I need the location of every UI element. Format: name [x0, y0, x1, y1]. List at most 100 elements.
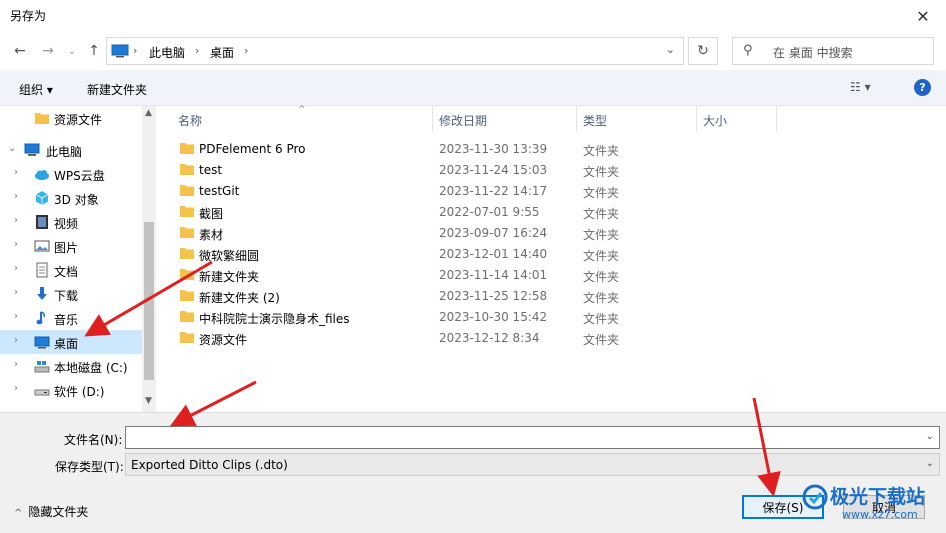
chevron-right-icon[interactable]: › [14, 263, 18, 274]
chevron-right-icon[interactable]: › [14, 167, 18, 178]
scrollbar-thumb[interactable] [144, 222, 154, 380]
file-name: 素材 [199, 228, 224, 242]
sidebar-item-label: 桌面 [54, 337, 79, 351]
folder-icon [180, 290, 194, 301]
file-row[interactable]: 资源文件 2023-12-12 8:34 文件夹 [172, 328, 942, 349]
watermark-url: www.xz7.com [842, 508, 918, 521]
chevron-down-icon[interactable]: ⌄ [666, 43, 675, 56]
3d-objects-icon [35, 191, 49, 205]
sidebar-item-documents[interactable]: › 文档 [0, 258, 142, 282]
file-date: 2023-11-14 14:01 [439, 268, 548, 282]
chevron-right-icon[interactable]: › [14, 311, 18, 322]
chevron-right-icon[interactable]: › [14, 287, 18, 298]
up-arrow-icon[interactable]: ↑ [84, 41, 104, 61]
folder-icon [180, 269, 194, 280]
chevron-right-icon[interactable]: › [14, 359, 18, 370]
chevron-down-icon[interactable]: ⌄ [8, 143, 16, 154]
file-row[interactable]: PDFelement 6 Pro 2023-11-30 13:39 文件夹 [172, 139, 942, 160]
file-row[interactable]: 截图 2022-07-01 9:55 文件夹 [172, 202, 942, 223]
close-icon[interactable]: ✕ [900, 0, 946, 32]
file-date: 2023-12-01 14:40 [439, 247, 548, 261]
local-disk-icon [34, 361, 50, 373]
column-divider[interactable] [432, 106, 433, 132]
filename-input[interactable]: ⌄ [125, 426, 940, 449]
sidebar-item-resource-files[interactable]: 资源文件 [0, 106, 142, 130]
file-row[interactable]: 素材 2023-09-07 16:24 文件夹 [172, 223, 942, 244]
address-bar[interactable]: › 此电脑 › 桌面 › ⌄ [106, 37, 684, 65]
video-icon [36, 215, 48, 229]
sidebar-item-label: 图片 [54, 241, 79, 255]
file-name: 截图 [199, 207, 224, 221]
column-divider[interactable] [696, 106, 697, 132]
chevron-right-icon[interactable]: › [14, 239, 18, 250]
file-name: testGit [199, 184, 240, 198]
hide-folders-toggle[interactable]: ^ 隐藏文件夹 [14, 503, 88, 520]
sidebar-item-this-pc[interactable]: ⌄ 此电脑 [0, 138, 142, 162]
folder-icon [180, 311, 194, 322]
organize-menu[interactable]: 组织 ▾ [19, 81, 53, 98]
search-box[interactable]: ⚲ 在 桌面 中搜索 [732, 37, 934, 65]
computer-icon [24, 143, 40, 156]
save-type-select[interactable]: Exported Ditto Clips (.dto) ⌄ [125, 453, 940, 476]
sidebar-item-local-disk-c[interactable]: › 本地磁盘 (C:) [0, 354, 142, 378]
computer-icon [111, 44, 129, 58]
folder-icon [180, 332, 194, 343]
sidebar-scrollbar[interactable]: ▲ ▼ [142, 106, 156, 412]
file-row[interactable]: 中科院院士演示隐身术_files 2023-10-30 15:42 文件夹 [172, 307, 942, 328]
file-date: 2023-11-24 15:03 [439, 163, 548, 177]
scroll-down-icon[interactable]: ▼ [145, 396, 152, 406]
column-header-label: 大小 [703, 114, 728, 128]
sidebar-item-drive-d[interactable]: › 软件 (D:) [0, 378, 142, 402]
chevron-down-icon[interactable]: ⌄ [926, 458, 934, 469]
folder-icon [180, 206, 194, 217]
search-input[interactable]: 在 桌面 中搜索 [773, 44, 853, 61]
view-options-icon[interactable]: ☷ ▾ [850, 80, 871, 94]
file-type: 文件夹 [583, 186, 620, 200]
file-row[interactable]: 新建文件夹 (2) 2023-11-25 12:58 文件夹 [172, 286, 942, 307]
navigation-pane: 资源文件 ⌄ 此电脑 › WPS云盘 › 3D 对象 › 视频 › 图片 › 文… [0, 106, 156, 412]
sidebar-item-music[interactable]: › 音乐 [0, 306, 142, 330]
pictures-icon [34, 240, 50, 252]
file-type: 文件夹 [583, 228, 620, 242]
sidebar-item-desktop[interactable]: › 桌面 [0, 330, 142, 354]
sidebar-item-label: 文档 [54, 265, 79, 279]
cloud-icon [35, 170, 49, 180]
drive-icon [34, 389, 50, 396]
sidebar-item-wps-cloud[interactable]: › WPS云盘 [0, 162, 142, 186]
column-divider[interactable] [776, 106, 777, 132]
scroll-up-icon[interactable]: ▲ [145, 108, 152, 118]
refresh-button[interactable]: ↻ [688, 37, 718, 65]
sidebar-item-label: WPS云盘 [54, 169, 105, 183]
help-icon[interactable]: ? [914, 79, 931, 96]
sidebar-item-label: 视频 [54, 217, 79, 231]
folder-icon [180, 185, 194, 196]
chevron-right-icon[interactable]: › [14, 215, 18, 226]
download-icon [37, 287, 47, 300]
breadcrumb-desktop[interactable]: 桌面 [210, 44, 234, 61]
new-folder-button[interactable]: 新建文件夹 [87, 81, 147, 98]
file-row[interactable]: testGit 2023-11-22 14:17 文件夹 [172, 181, 942, 202]
recent-locations-chevron-icon[interactable]: ⌄ [62, 41, 82, 61]
back-arrow-icon[interactable]: ← [10, 41, 30, 61]
chevron-down-icon[interactable]: ⌄ [926, 431, 934, 442]
sidebar-item-pictures[interactable]: › 图片 [0, 234, 142, 258]
chevron-right-icon[interactable]: › [14, 335, 18, 346]
column-header-label: 名称 [178, 114, 203, 128]
file-row[interactable]: 微软繁细圆 2023-12-01 14:40 文件夹 [172, 244, 942, 265]
chevron-right-icon[interactable]: › [14, 191, 18, 202]
desktop-icon [34, 336, 50, 349]
breadcrumb-this-pc[interactable]: 此电脑 [149, 44, 185, 61]
sidebar-item-downloads[interactable]: › 下载 [0, 282, 142, 306]
file-type: 文件夹 [583, 312, 620, 326]
sidebar-item-label: 3D 对象 [54, 193, 99, 207]
chevron-right-icon[interactable]: › [14, 383, 18, 394]
sort-ascending-icon: ^ [298, 105, 306, 115]
file-name: 新建文件夹 [199, 270, 260, 284]
file-date: 2023-11-30 13:39 [439, 142, 548, 156]
sidebar-item-3d-objects[interactable]: › 3D 对象 [0, 186, 142, 210]
file-row[interactable]: 新建文件夹 2023-11-14 14:01 文件夹 [172, 265, 942, 286]
sidebar-item-videos[interactable]: › 视频 [0, 210, 142, 234]
forward-arrow-icon[interactable]: → [38, 41, 58, 61]
column-divider[interactable] [576, 106, 577, 132]
file-row[interactable]: test 2023-11-24 15:03 文件夹 [172, 160, 942, 181]
